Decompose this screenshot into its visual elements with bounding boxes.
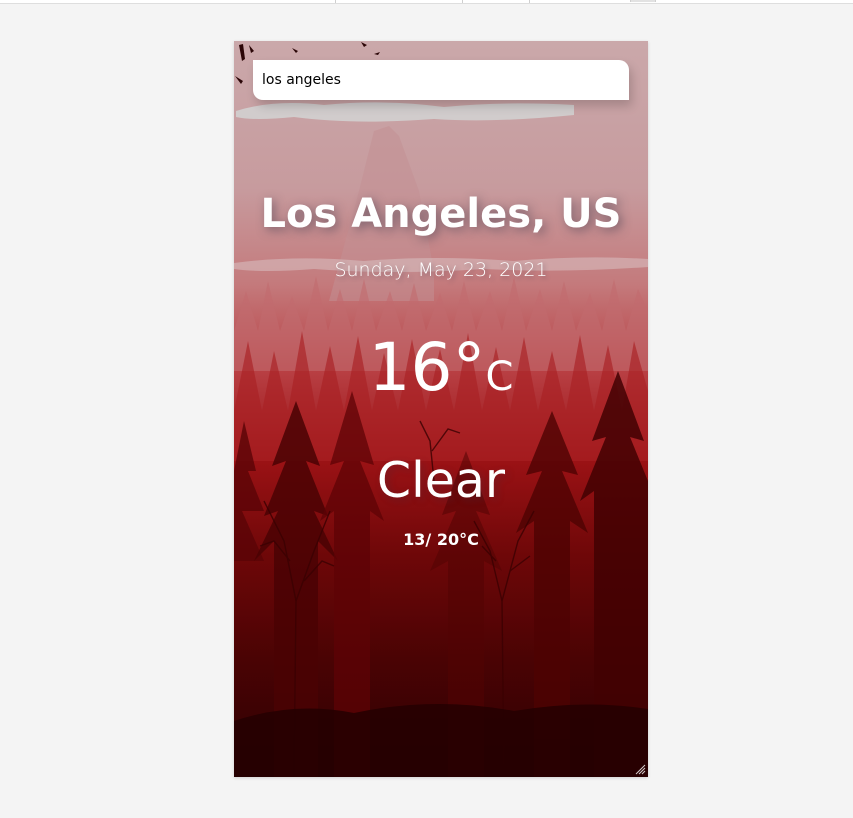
top-bar-tab[interactable] [630, 0, 656, 2]
temperature-value: 16 [368, 329, 453, 406]
search-input[interactable] [253, 60, 629, 100]
temperature-unit: C [485, 354, 514, 400]
location-title: Los Angeles, US [260, 191, 622, 237]
weather-app: Los Angeles, US Sunday, May 23, 2021 16°… [234, 41, 648, 777]
hi-low-temperature: 13/ 20°C [403, 530, 479, 549]
browser-top-bar [0, 0, 853, 4]
degree-symbol: ° [452, 329, 486, 406]
top-bar-divider [462, 0, 463, 3]
resize-handle-icon[interactable] [635, 764, 646, 775]
top-bar-divider [529, 0, 530, 3]
top-bar-divider [335, 0, 336, 3]
temperature-display: 16°C [234, 329, 648, 406]
weather-description: Clear [376, 452, 506, 509]
forest-background-image [234, 42, 648, 777]
date-label: Sunday, May 23, 2021 [334, 259, 548, 281]
